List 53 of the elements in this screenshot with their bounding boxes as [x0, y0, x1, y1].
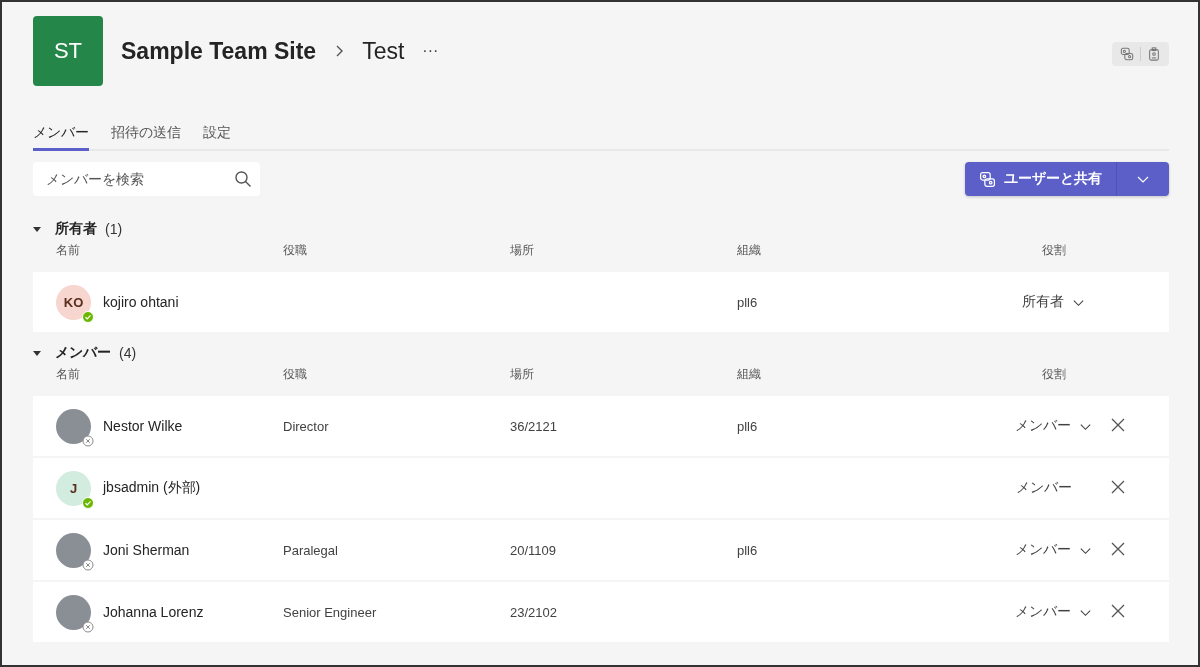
tab[interactable]: メンバー — [33, 124, 89, 151]
member-name: Nestor Wilke — [103, 418, 183, 434]
column-header: 役職 — [283, 366, 308, 383]
organization: pll6 — [737, 542, 758, 558]
collapse-caret-icon[interactable] — [33, 225, 41, 233]
role-dropdown[interactable]: メンバー — [1009, 540, 1098, 560]
column-header: 場所 — [510, 366, 535, 383]
column-header: 役割 — [1041, 366, 1066, 383]
role-dropdown[interactable]: メンバー — [1009, 602, 1098, 622]
initials-avatar: J — [56, 470, 91, 506]
column-header: 組織 — [737, 366, 762, 383]
member-name: Johanna Lorenz — [103, 604, 204, 620]
search-field[interactable]: メンバーを検索 — [33, 162, 260, 196]
location: 20/1109 — [510, 542, 557, 558]
photo-placeholder — [56, 594, 91, 630]
collapse-caret-icon[interactable] — [33, 349, 41, 357]
tab[interactable]: 設定 — [203, 124, 231, 151]
job-title: Senior Engineer — [283, 604, 377, 620]
column-header: 組織 — [737, 242, 762, 259]
column-header: 役割 — [1041, 242, 1066, 259]
more-options-button[interactable]: ··· — [422, 42, 439, 60]
member-name: jbsadmin (外部) — [103, 479, 201, 497]
column-header: 場所 — [510, 242, 535, 259]
role-label: メンバー — [1015, 479, 1072, 497]
chevron-right-icon — [334, 44, 345, 58]
role-dropdown[interactable]: 所有者 — [1016, 292, 1091, 312]
organization: pll6 — [737, 418, 758, 434]
tab[interactable]: 招待の送信 — [111, 124, 181, 151]
member-name: kojiro ohtani — [103, 294, 179, 310]
initials-avatar: KO — [56, 284, 91, 320]
team-name[interactable]: Sample Team Site — [121, 37, 317, 65]
location: 23/2102 — [510, 604, 557, 620]
team-logo: ST — [33, 16, 103, 86]
section-title: メンバー — [55, 344, 111, 362]
location: 36/2121 — [510, 418, 557, 434]
role-dropdown[interactable]: メンバー — [1009, 416, 1098, 436]
photo-placeholder — [56, 532, 91, 568]
channel-name: Test — [362, 37, 405, 65]
section-title: 所有者 — [55, 220, 97, 238]
search-icon — [234, 170, 252, 188]
share-icon — [1120, 47, 1134, 61]
organization: pll6 — [737, 294, 758, 310]
badge-icon[interactable] — [1147, 47, 1161, 61]
job-title: Director — [283, 418, 329, 434]
share-icon — [979, 170, 996, 188]
column-header: 名前 — [56, 366, 81, 383]
column-header: 役職 — [283, 242, 308, 259]
column-header: 名前 — [56, 242, 81, 259]
section-count: (1) — [105, 221, 123, 237]
member-name: Joni Sherman — [103, 542, 190, 558]
photo-placeholder — [56, 408, 91, 444]
job-title: Paralegal — [283, 542, 338, 558]
section-count: (4) — [119, 345, 137, 361]
